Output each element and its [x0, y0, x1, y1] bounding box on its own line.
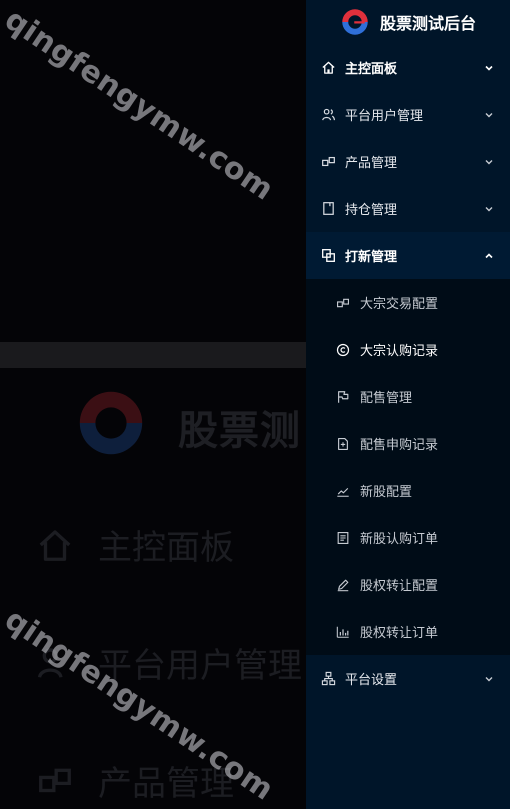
submenu-item-label: 配售管理: [360, 391, 413, 406]
submenu-item-allotment-records[interactable]: 配售申购记录: [306, 420, 510, 467]
submenu-ipo-management: 大宗交易配置 大宗认购记录 配售管理 配售申购记录 新股配置 新股认购订单 股权…: [306, 279, 510, 655]
submenu-item-block-subscription-records[interactable]: 大宗认购记录: [306, 326, 510, 373]
menu-item-products[interactable]: 产品管理: [306, 138, 510, 185]
submenu-item-label: 股权转让订单: [360, 626, 439, 641]
submenu-item-equity-transfer-config[interactable]: 股权转让配置: [306, 561, 510, 608]
submenu-item-label: 股权转让配置: [360, 579, 439, 594]
background-logo-icon: [79, 391, 143, 455]
receipt-icon: [337, 531, 349, 544]
submenu-item-new-stock-config[interactable]: 新股配置: [306, 467, 510, 514]
submenu-item-block-trade-config[interactable]: 大宗交易配置: [306, 279, 510, 326]
menu-item-label: 持仓管理: [345, 203, 398, 218]
document-icon: [323, 202, 334, 215]
menu-item-label: 平台设置: [345, 673, 398, 688]
submenu-item-label: 新股配置: [360, 485, 413, 500]
chevron-down-icon: [485, 65, 493, 71]
background-page: 股票测 主控面板 平台用户管理 产品管理 qingfengymw.com qin…: [0, 0, 306, 809]
file-icon: [338, 437, 348, 450]
watermark: qingfengymw.com: [0, 2, 280, 208]
chevron-down-icon: [485, 676, 493, 681]
menu-item-label: 平台用户管理: [345, 109, 424, 124]
submenu-item-allotment-management[interactable]: 配售管理: [306, 373, 510, 420]
background-menu-item: 主控面板: [36, 520, 234, 569]
brand-header[interactable]: 股票测试后台: [306, 0, 510, 44]
chevron-down-icon: [485, 206, 493, 211]
line-chart-icon: [337, 487, 349, 497]
background-menu-label: 主控面板: [98, 528, 234, 568]
submenu-item-label: 大宗认购记录: [360, 344, 439, 359]
background-title: 股票测: [178, 408, 301, 454]
submenu-item-label: 大宗交易配置: [360, 297, 439, 312]
product-icon: [337, 298, 349, 307]
users-icon: [322, 108, 336, 121]
menu-item-dashboard[interactable]: 主控面板: [306, 44, 510, 91]
flag-icon: [338, 390, 349, 403]
product-icon: [322, 156, 335, 167]
menu-item-ipo-management[interactable]: 打新管理: [306, 232, 510, 279]
chevron-down-icon: [485, 112, 493, 117]
menu-item-label: 主控面板: [345, 62, 398, 77]
menu-item-platform-settings[interactable]: 平台设置: [306, 655, 510, 702]
submenu-item-equity-transfer-orders[interactable]: 股权转让订单: [306, 608, 510, 655]
chevron-up-icon: [485, 252, 493, 258]
home-icon: [39, 529, 71, 561]
home-icon: [322, 61, 335, 74]
ipo-icon: [322, 249, 335, 262]
copyright-icon: [336, 343, 350, 356]
submenu-item-label: 配售申购记录: [360, 438, 439, 453]
logo-icon: [342, 9, 368, 35]
brand-title: 股票测试后台: [379, 14, 476, 33]
cluster-icon: [321, 671, 336, 686]
menu-item-label: 产品管理: [345, 156, 398, 171]
chevron-down-icon: [485, 159, 493, 164]
background-header-band: [0, 342, 306, 368]
bar-chart-icon: [336, 626, 349, 638]
submenu-item-label: 新股认购订单: [360, 532, 439, 547]
menu-item-platform-users[interactable]: 平台用户管理: [306, 91, 510, 138]
menu-item-label: 打新管理: [345, 250, 398, 265]
edit-icon: [337, 579, 349, 591]
menu-item-positions[interactable]: 持仓管理: [306, 185, 510, 232]
sidebar: 股票测试后台 主控面板 平台用户管理 产品管理 持仓管理 打新管理 大宗交易配置…: [306, 0, 510, 809]
submenu-item-new-stock-orders[interactable]: 新股认购订单: [306, 514, 510, 561]
product-icon: [39, 768, 71, 792]
